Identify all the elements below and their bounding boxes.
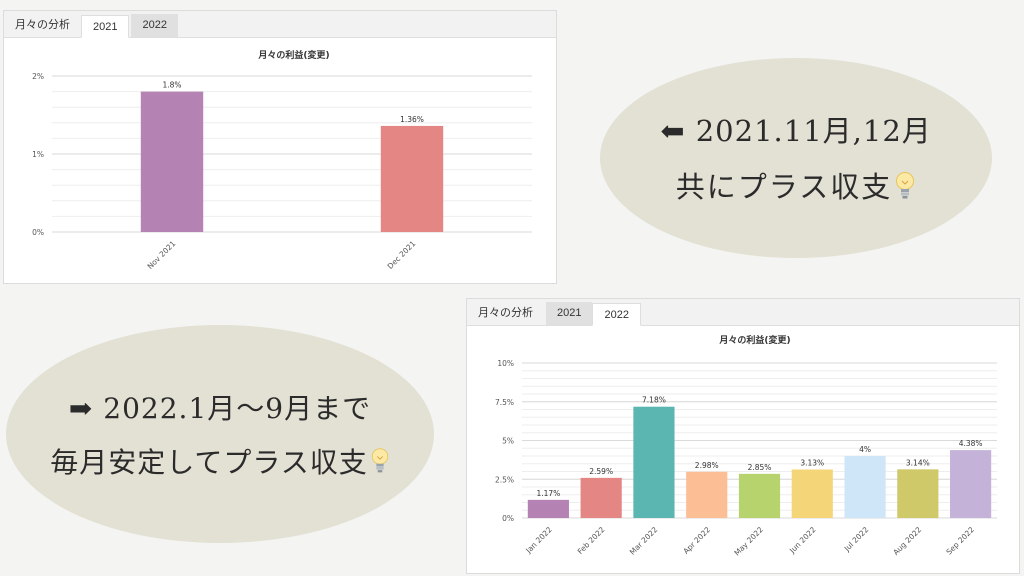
y-tick-label: 0% [502, 514, 514, 523]
chart-title: 月々の利益(変更) [257, 49, 329, 61]
x-tick-label: Feb 2022 [576, 525, 607, 556]
light-bulb-icon [894, 171, 916, 208]
monthly-profit-chart-2021: 月々の利益(変更) 0% 1% 2% 1.8% Nov 2021 1.36% Dec 2021 [32, 49, 532, 271]
bar [633, 406, 675, 518]
x-tick-label: Dec 2021 [386, 239, 418, 271]
bar [791, 469, 833, 518]
x-tick-label: Jan 2022 [523, 525, 554, 556]
monthly-profit-chart-2022: 月々の利益(変更) 0% 2.5% 5% 7.5% 10% 1.17% Jan 2022 2.5… [495, 334, 997, 558]
x-tick-label: Nov 2021 [146, 239, 178, 271]
data-label: 4.38% [959, 439, 983, 448]
y-tick-label: 10% [497, 359, 514, 368]
bar [580, 477, 622, 518]
annotation-line-1: ⬅ 2021.11月,12月 [660, 114, 932, 149]
y-tick-label: 2.5% [495, 475, 514, 484]
data-label: 2.59% [589, 467, 613, 476]
bar [140, 91, 204, 232]
data-label: 3.14% [906, 458, 930, 467]
bar [897, 469, 939, 518]
tab-bar: 月々の分析 2021 2022 [467, 299, 1019, 326]
bar [844, 456, 886, 518]
tab-2022[interactable]: 2022 [592, 303, 641, 326]
x-tick-label: May 2022 [732, 525, 765, 558]
annotation-line-2: 毎月安定してプラス収支 [50, 441, 390, 482]
data-label: 3.13% [800, 458, 824, 467]
light-bulb-icon [370, 447, 390, 482]
chart-title: 月々の利益(変更) [718, 334, 790, 346]
annotation-text: 共にプラス収支 [675, 170, 893, 205]
annotation-bubble-2022: ➡ 2022.1月〜9月まで 毎月安定してプラス収支 [6, 325, 434, 543]
data-label: 1.36% [400, 115, 424, 124]
y-tick-label: 0% [32, 228, 44, 237]
bar [738, 473, 781, 518]
bar [527, 499, 569, 518]
data-label: 4% [859, 445, 871, 454]
tab-2021[interactable]: 2021 [81, 15, 130, 38]
y-tick-label: 7.5% [495, 398, 514, 407]
annotation-line-1: ➡ 2022.1月〜9月まで [68, 391, 372, 425]
tab-monthly-analysis[interactable]: 月々の分析 [467, 302, 544, 325]
x-tick-label: Mar 2022 [628, 525, 660, 557]
profit-panel-2021: 月々の分析 2021 2022 月々の利益(変更) 0% 1% 2% 1.8% Nov 2… [3, 10, 557, 284]
annotation-bubble-2021: ⬅ 2021.11月,12月 共にプラス収支 [600, 58, 992, 258]
y-tick-label: 2% [32, 72, 44, 81]
data-label: 1.8% [162, 81, 181, 90]
bar [380, 125, 444, 232]
x-tick-label: Aug 2022 [891, 525, 923, 557]
x-tick-label: Jul 2022 [842, 525, 871, 554]
profit-panel-2022: 月々の分析 2021 2022 月々の利益(変更) 0% 2.5% 5% 7.5% 10%… [466, 298, 1020, 574]
annotation-line-2: 共にプラス収支 [676, 164, 916, 208]
tab-bar: 月々の分析 2021 2022 [4, 11, 556, 38]
x-tick-label: Apr 2022 [681, 525, 712, 556]
y-tick-label: 1% [32, 150, 44, 159]
annotation-text: 毎月安定してプラス収支 [50, 445, 368, 479]
y-tick-label: 5% [502, 437, 514, 446]
tab-2021[interactable]: 2021 [546, 302, 593, 325]
tab-2022[interactable]: 2022 [131, 14, 178, 37]
tab-monthly-analysis[interactable]: 月々の分析 [4, 14, 81, 37]
data-label: 2.85% [748, 463, 772, 472]
bar [950, 450, 992, 518]
data-label: 1.17% [536, 489, 560, 498]
data-label: 2.98% [695, 461, 719, 470]
x-tick-label: Jun 2022 [787, 525, 818, 556]
data-label: 7.18% [642, 396, 666, 405]
bar [686, 471, 728, 518]
x-tick-label: Sep 2022 [944, 525, 976, 557]
